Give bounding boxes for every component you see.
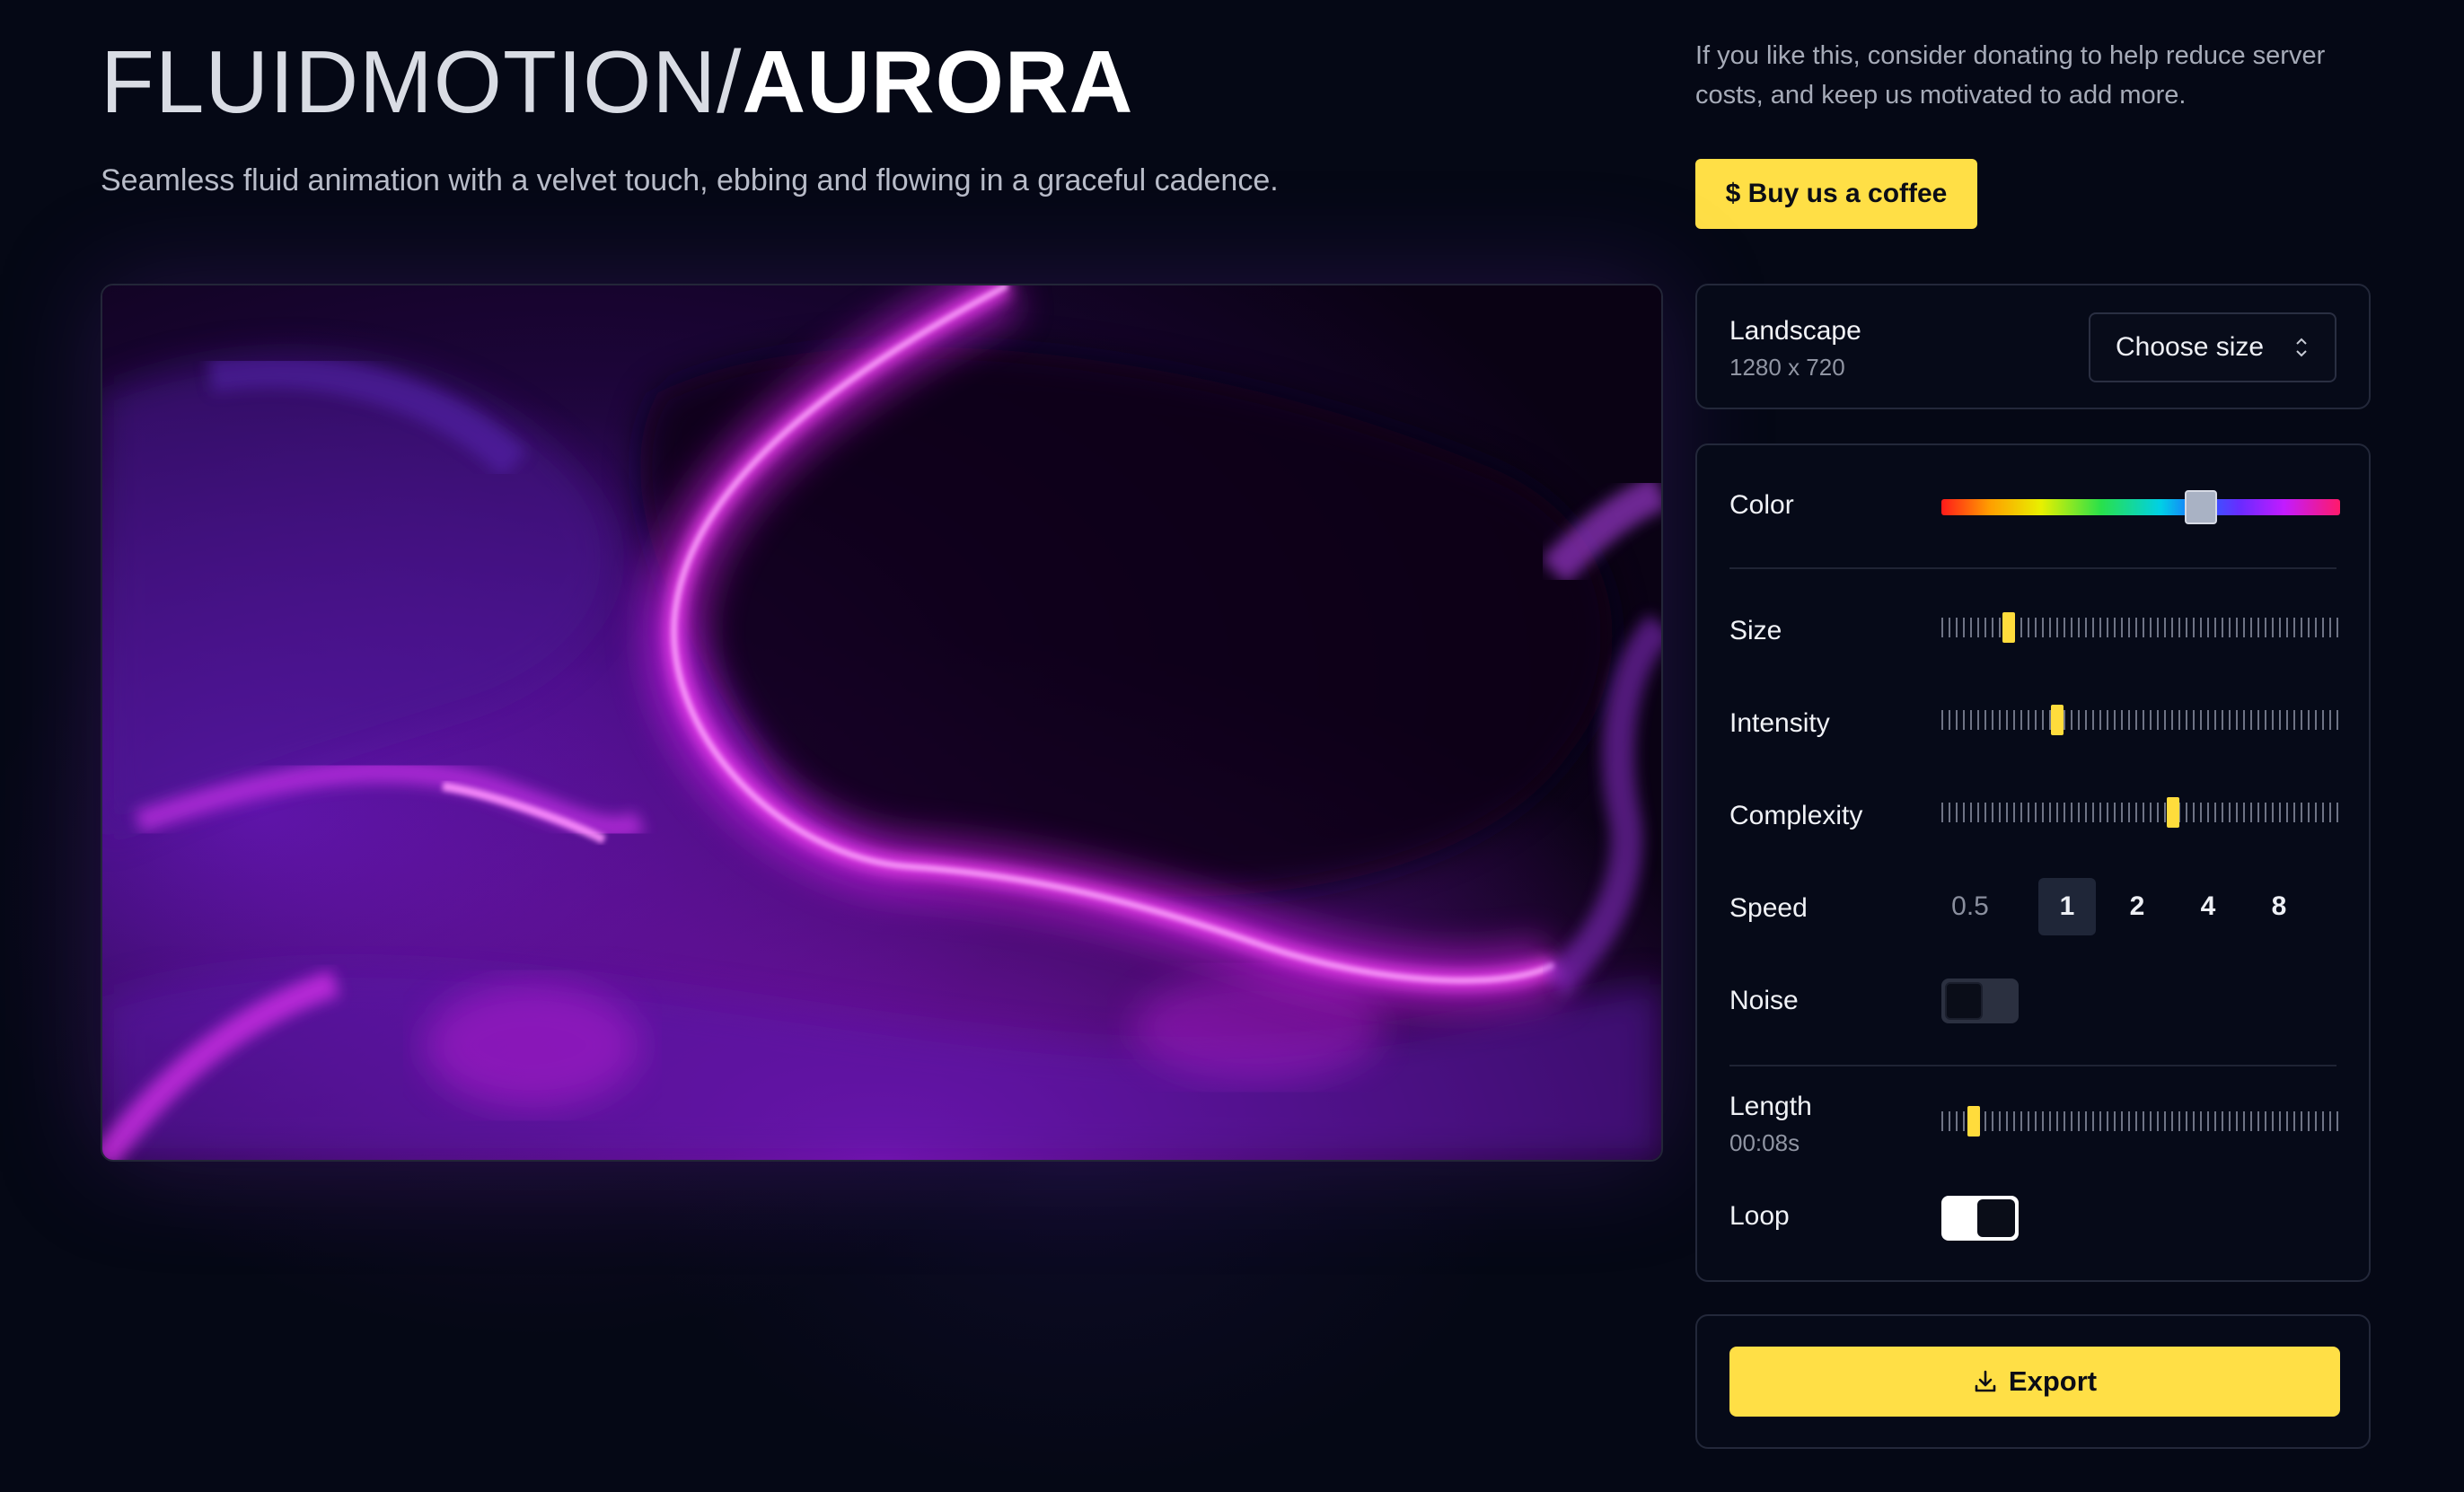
speed-option-0-5[interactable]: 0.5 [1941,878,1999,935]
dimensions-text: 1280 x 720 [1729,354,1845,381]
color-slider-thumb[interactable] [2184,490,2217,524]
export-panel: Export [1695,1314,2371,1449]
complexity-slider-track[interactable] [1941,803,2340,822]
color-slider-track[interactable] [1941,499,2340,515]
color-label: Color [1729,490,1794,520]
download-icon [1975,1370,1996,1392]
noise-toggle[interactable] [1941,979,2019,1023]
choose-size-label: Choose size [2116,332,2265,362]
title-bold: AURORA [742,32,1134,131]
length-value: 00:08s [1729,1129,1800,1156]
speed-option-1[interactable]: 1 [2038,878,2096,935]
title-slash: / [717,32,743,131]
speed-option-4[interactable]: 4 [2179,878,2237,935]
page-subtitle: Seamless fluid animation with a velvet t… [101,163,1279,197]
orientation-label: Landscape [1729,316,1861,346]
size-panel: Landscape 1280 x 720 Choose size [1695,284,2371,409]
toggle-knob [1945,982,1983,1020]
chevron-up-down-icon [2296,338,2307,357]
intensity-slider-track[interactable] [1941,710,2340,730]
aurora-canvas [102,285,1661,1160]
speed-label: Speed [1729,893,1808,923]
length-slider-thumb[interactable] [1967,1106,1980,1137]
intensity-slider-thumb[interactable] [2050,705,2064,735]
length-label: Length [1729,1092,1812,1121]
noise-label: Noise [1729,986,1799,1015]
divider [1729,1065,2336,1066]
export-label: Export [2008,1365,2098,1397]
size-label: Size [1729,616,1782,645]
loop-label: Loop [1729,1201,1790,1231]
page-title: FLUIDMOTION/AURORA [101,38,1133,126]
complexity-slider-thumb[interactable] [2166,797,2179,828]
export-button[interactable]: Export [1729,1347,2340,1417]
buy-coffee-button[interactable]: $ Buy us a coffee [1695,159,1977,229]
length-slider-track[interactable] [1941,1111,2340,1131]
loop-toggle[interactable] [1941,1196,2019,1241]
toggle-knob [1977,1199,2015,1237]
speed-option-8[interactable]: 8 [2250,878,2308,935]
donate-text: If you like this, consider donating to h… [1695,41,2326,110]
size-slider-track[interactable] [1941,618,2340,637]
speed-option-2[interactable]: 2 [2108,878,2166,935]
size-slider-thumb[interactable] [2002,612,2016,643]
controls-panel: Color Size Intensity Complexity Speed 0.… [1695,443,2371,1282]
choose-size-select[interactable]: Choose size [2089,312,2336,382]
divider [1729,567,2336,569]
animation-preview [101,284,1663,1162]
intensity-label: Intensity [1729,708,1830,738]
title-light: FLUIDMOTION [101,32,717,131]
complexity-label: Complexity [1729,801,1863,830]
